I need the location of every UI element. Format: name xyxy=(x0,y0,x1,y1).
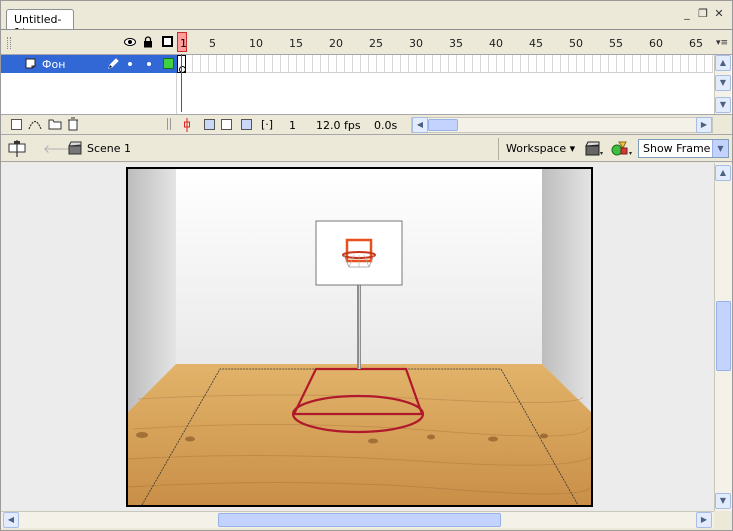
timeline-header: 5 10 15 20 25 30 35 40 45 50 55 60 65 1 … xyxy=(1,30,732,55)
timeline-icon[interactable] xyxy=(8,140,26,157)
pasteboard[interactable] xyxy=(1,163,714,511)
elapsed-time: 0.0s xyxy=(374,119,398,132)
layer-icon xyxy=(25,58,36,69)
modify-markers-icon[interactable]: [·] xyxy=(261,118,273,131)
ruler-label: 35 xyxy=(449,37,463,50)
editbar-divider xyxy=(498,138,499,160)
frame-rate[interactable]: 12.0 fps xyxy=(316,119,361,132)
pencil-icon xyxy=(108,58,119,69)
edit-scene-icon[interactable] xyxy=(584,140,604,157)
document-tab-bar: Untitled-1* _ ❐ ✕ xyxy=(1,1,732,39)
scroll-down-icon[interactable]: ▼ xyxy=(715,493,731,509)
scroll-thumb[interactable] xyxy=(716,301,731,371)
frame-cells[interactable] xyxy=(177,55,713,73)
layer-list-empty xyxy=(1,73,177,114)
restore-icon[interactable]: ❐ xyxy=(698,8,708,19)
insert-layer-icon[interactable] xyxy=(11,119,22,130)
scroll-up-icon[interactable]: ▲ xyxy=(715,55,731,71)
layer-lock-dot[interactable] xyxy=(147,62,151,66)
workspace-menu[interactable]: Workspace ▾ xyxy=(506,142,575,155)
eye-icon[interactable] xyxy=(124,37,136,47)
ruler-label: 45 xyxy=(529,37,543,50)
scroll-down-icon[interactable]: ▼ xyxy=(715,75,731,91)
layer-name[interactable]: Фон xyxy=(42,58,65,71)
outline-icon[interactable] xyxy=(162,36,173,47)
scroll-thumb[interactable] xyxy=(218,513,501,527)
ruler-label: 60 xyxy=(649,37,663,50)
panel-grip-icon[interactable] xyxy=(7,37,11,49)
timeline-vertical-scrollbar[interactable]: ▲ ▼ ▼ xyxy=(714,55,731,115)
lock-icon[interactable] xyxy=(143,36,153,48)
onion-skin-icon[interactable] xyxy=(204,119,215,130)
motion-guide-icon[interactable] xyxy=(28,118,42,130)
layer-outline-color[interactable] xyxy=(163,58,174,69)
splitter-grip[interactable] xyxy=(167,118,171,130)
scroll-left-icon[interactable]: ◀ xyxy=(3,512,19,528)
scrollbar-corner xyxy=(714,511,732,528)
scroll-up-icon[interactable]: ▲ xyxy=(715,165,731,181)
zoom-view-value: Show Frame xyxy=(643,142,711,155)
scene-clapper-icon xyxy=(68,141,82,155)
center-frame-icon[interactable] xyxy=(183,118,191,132)
edit-bar: 🡐 Scene 1 Workspace ▾ Show Frame ▼ xyxy=(1,134,732,162)
timeline-horizontal-scrollbar[interactable]: ◀ ▶ xyxy=(411,117,713,133)
document-tab[interactable]: Untitled-1* xyxy=(6,9,74,39)
ruler-label: 50 xyxy=(569,37,583,50)
minimize-icon[interactable]: _ xyxy=(682,8,692,19)
basketball-court-artwork[interactable] xyxy=(128,169,591,505)
ruler-label: 20 xyxy=(329,37,343,50)
stage-canvas[interactable] xyxy=(126,167,593,507)
scroll-right-icon[interactable]: ▶ xyxy=(696,512,712,528)
edit-multiple-frames-icon[interactable] xyxy=(241,119,252,130)
close-icon[interactable]: ✕ xyxy=(714,8,724,19)
scene-label[interactable]: Scene 1 xyxy=(87,142,131,155)
ruler-label: 10 xyxy=(249,37,263,50)
scroll-right-icon[interactable]: ▶ xyxy=(696,117,712,133)
trash-icon[interactable] xyxy=(67,117,79,131)
edit-symbol-icon[interactable] xyxy=(611,140,633,157)
scroll-thumb[interactable] xyxy=(428,119,458,131)
current-frame: 1 xyxy=(289,119,296,132)
stage-horizontal-scrollbar[interactable]: ◀ ▶ xyxy=(1,511,714,528)
scroll-down-icon[interactable]: ▼ xyxy=(715,97,731,113)
zoom-view-select[interactable]: Show Frame ▼ xyxy=(638,139,729,158)
scroll-left-icon[interactable]: ◀ xyxy=(412,117,428,133)
stage-vertical-scrollbar[interactable]: ▲ ▼ xyxy=(714,163,732,511)
playhead-line xyxy=(181,54,182,112)
folder-icon[interactable] xyxy=(48,118,62,130)
timeline-panel: 5 10 15 20 25 30 35 40 45 50 55 60 65 1 … xyxy=(1,29,732,134)
ruler-label: 55 xyxy=(609,37,623,50)
window-controls: _ ❐ ✕ xyxy=(682,8,724,19)
timeline-footer: [·] 1 12.0 fps 0.0s ◀ ▶ xyxy=(1,114,732,134)
timeline-menu-icon[interactable]: ▾≡ xyxy=(716,38,728,48)
ruler-label: 40 xyxy=(489,37,503,50)
ruler-label: 30 xyxy=(409,37,423,50)
ruler-label: 65 xyxy=(689,37,703,50)
playhead-frame-label: 1 xyxy=(180,37,187,50)
frame-ruler[interactable]: 5 10 15 20 25 30 35 40 45 50 55 60 65 xyxy=(177,30,713,55)
onion-outline-icon[interactable] xyxy=(221,119,232,130)
ruler-label: 5 xyxy=(209,37,216,50)
layer-visibility-dot[interactable] xyxy=(128,62,132,66)
ruler-label: 25 xyxy=(369,37,383,50)
chevron-down-icon[interactable]: ▼ xyxy=(712,140,728,157)
layer-row[interactable]: Фон xyxy=(1,55,177,73)
ruler-label: 15 xyxy=(289,37,303,50)
flash-document-window: Untitled-1* _ ❐ ✕ 5 10 15 20 25 xyxy=(0,0,733,531)
